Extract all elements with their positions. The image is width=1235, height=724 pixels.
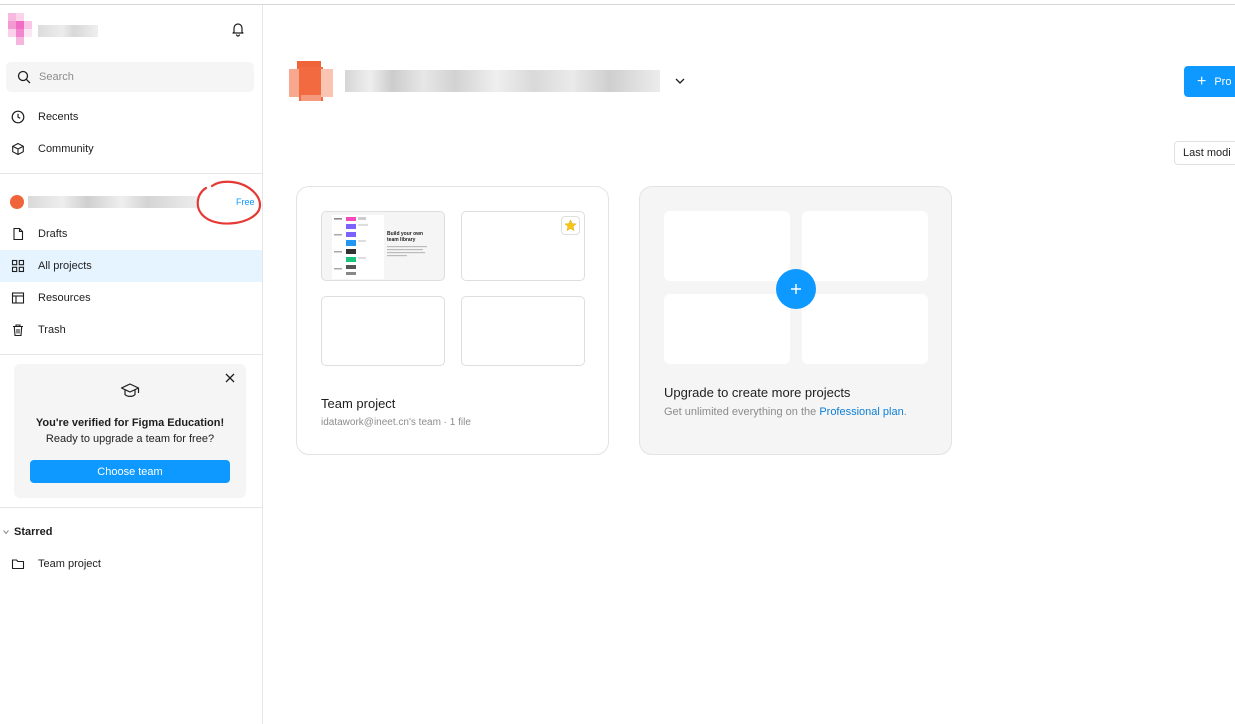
placeholder-tile [664, 211, 790, 281]
nav-community[interactable]: Community [0, 133, 262, 165]
nav-recents-label: Recents [38, 111, 79, 123]
nav-trash-label: Trash [38, 324, 66, 336]
clock-icon [11, 110, 25, 124]
upgrade-title: Upgrade to create more projects [664, 385, 851, 400]
professional-plan-link[interactable]: Professional plan [819, 406, 903, 418]
user-name-redacted [38, 25, 98, 37]
nav-community-label: Community [38, 143, 94, 155]
education-title: You're verified for Figma Education! [35, 417, 225, 429]
file-thumbnail[interactable]: Build your own team library [321, 211, 445, 281]
choose-team-button[interactable]: Choose team [30, 460, 230, 483]
search-field[interactable] [6, 62, 254, 92]
sort-dropdown[interactable]: Last modi [1174, 141, 1235, 165]
starred-heading: Starred [14, 526, 53, 538]
nav-trash[interactable]: Trash [0, 314, 262, 346]
project-card[interactable]: Build your own team library Team project… [296, 186, 609, 455]
new-project-button[interactable]: + Pro [1184, 66, 1235, 97]
team-avatar [10, 195, 24, 209]
close-icon[interactable] [224, 372, 236, 384]
trash-icon [11, 323, 25, 337]
bell-icon[interactable] [230, 21, 246, 37]
graduation-cap-icon [120, 382, 140, 400]
plus-icon: + [1197, 72, 1207, 90]
chevron-down-icon [3, 530, 9, 535]
chevron-down-icon[interactable] [674, 75, 686, 87]
project-title: Team project [321, 396, 396, 411]
project-subtitle: idatawork@ineet.cn's team · 1 file [321, 417, 471, 428]
nav-drafts[interactable]: Drafts [0, 218, 262, 250]
resources-icon [11, 291, 25, 305]
create-project-button[interactable] [776, 269, 816, 309]
nav-drafts-label: Drafts [38, 228, 68, 240]
sidebar-divider [0, 507, 262, 508]
team-name-redacted [28, 196, 198, 208]
empty-thumbnail [461, 211, 585, 281]
grid-icon [11, 259, 25, 273]
svg-text:team library: team library [387, 237, 416, 243]
education-text: Ready to upgrade a team for free? [45, 433, 215, 445]
thumbnail-preview: Build your own team library [332, 215, 427, 279]
team-logo-redacted [289, 61, 333, 101]
nav-all-projects[interactable]: All projects [0, 250, 262, 282]
file-icon [11, 227, 25, 241]
empty-thumbnail [461, 296, 585, 366]
nav-resources-label: Resources [38, 292, 91, 304]
new-project-label: Pro [1214, 75, 1232, 88]
upgrade-card[interactable]: Upgrade to create more projects Get unli… [639, 186, 952, 455]
nav-all-projects-label: All projects [38, 260, 92, 272]
nav-recents[interactable]: Recents [0, 101, 262, 133]
community-icon [11, 142, 25, 156]
search-icon [17, 70, 31, 84]
empty-thumbnail [321, 296, 445, 366]
placeholder-tile [802, 211, 928, 281]
starred-item-label: Team project [38, 558, 101, 570]
plus-icon [791, 284, 801, 294]
user-avatar[interactable] [8, 13, 32, 49]
star-icon[interactable] [561, 216, 580, 235]
upgrade-subtitle-text: Get unlimited everything on the [664, 406, 820, 418]
upgrade-subtitle: Get unlimited everything on the Professi… [664, 406, 907, 418]
starred-item-team-project[interactable]: Team project [0, 548, 262, 580]
team-title-redacted [345, 70, 660, 92]
folder-icon [11, 557, 25, 571]
upgrade-subtitle-suffix: . [903, 406, 907, 418]
starred-section-header[interactable]: Starred [3, 526, 53, 538]
sidebar-divider [0, 354, 262, 355]
education-card: You're verified for Figma Education! Rea… [14, 364, 246, 498]
search-input[interactable] [39, 71, 229, 83]
placeholder-tile [802, 294, 928, 364]
sidebar: Recents Community Free Drafts All projec… [0, 5, 263, 724]
nav-resources[interactable]: Resources [0, 282, 262, 314]
placeholder-tile [664, 294, 790, 364]
